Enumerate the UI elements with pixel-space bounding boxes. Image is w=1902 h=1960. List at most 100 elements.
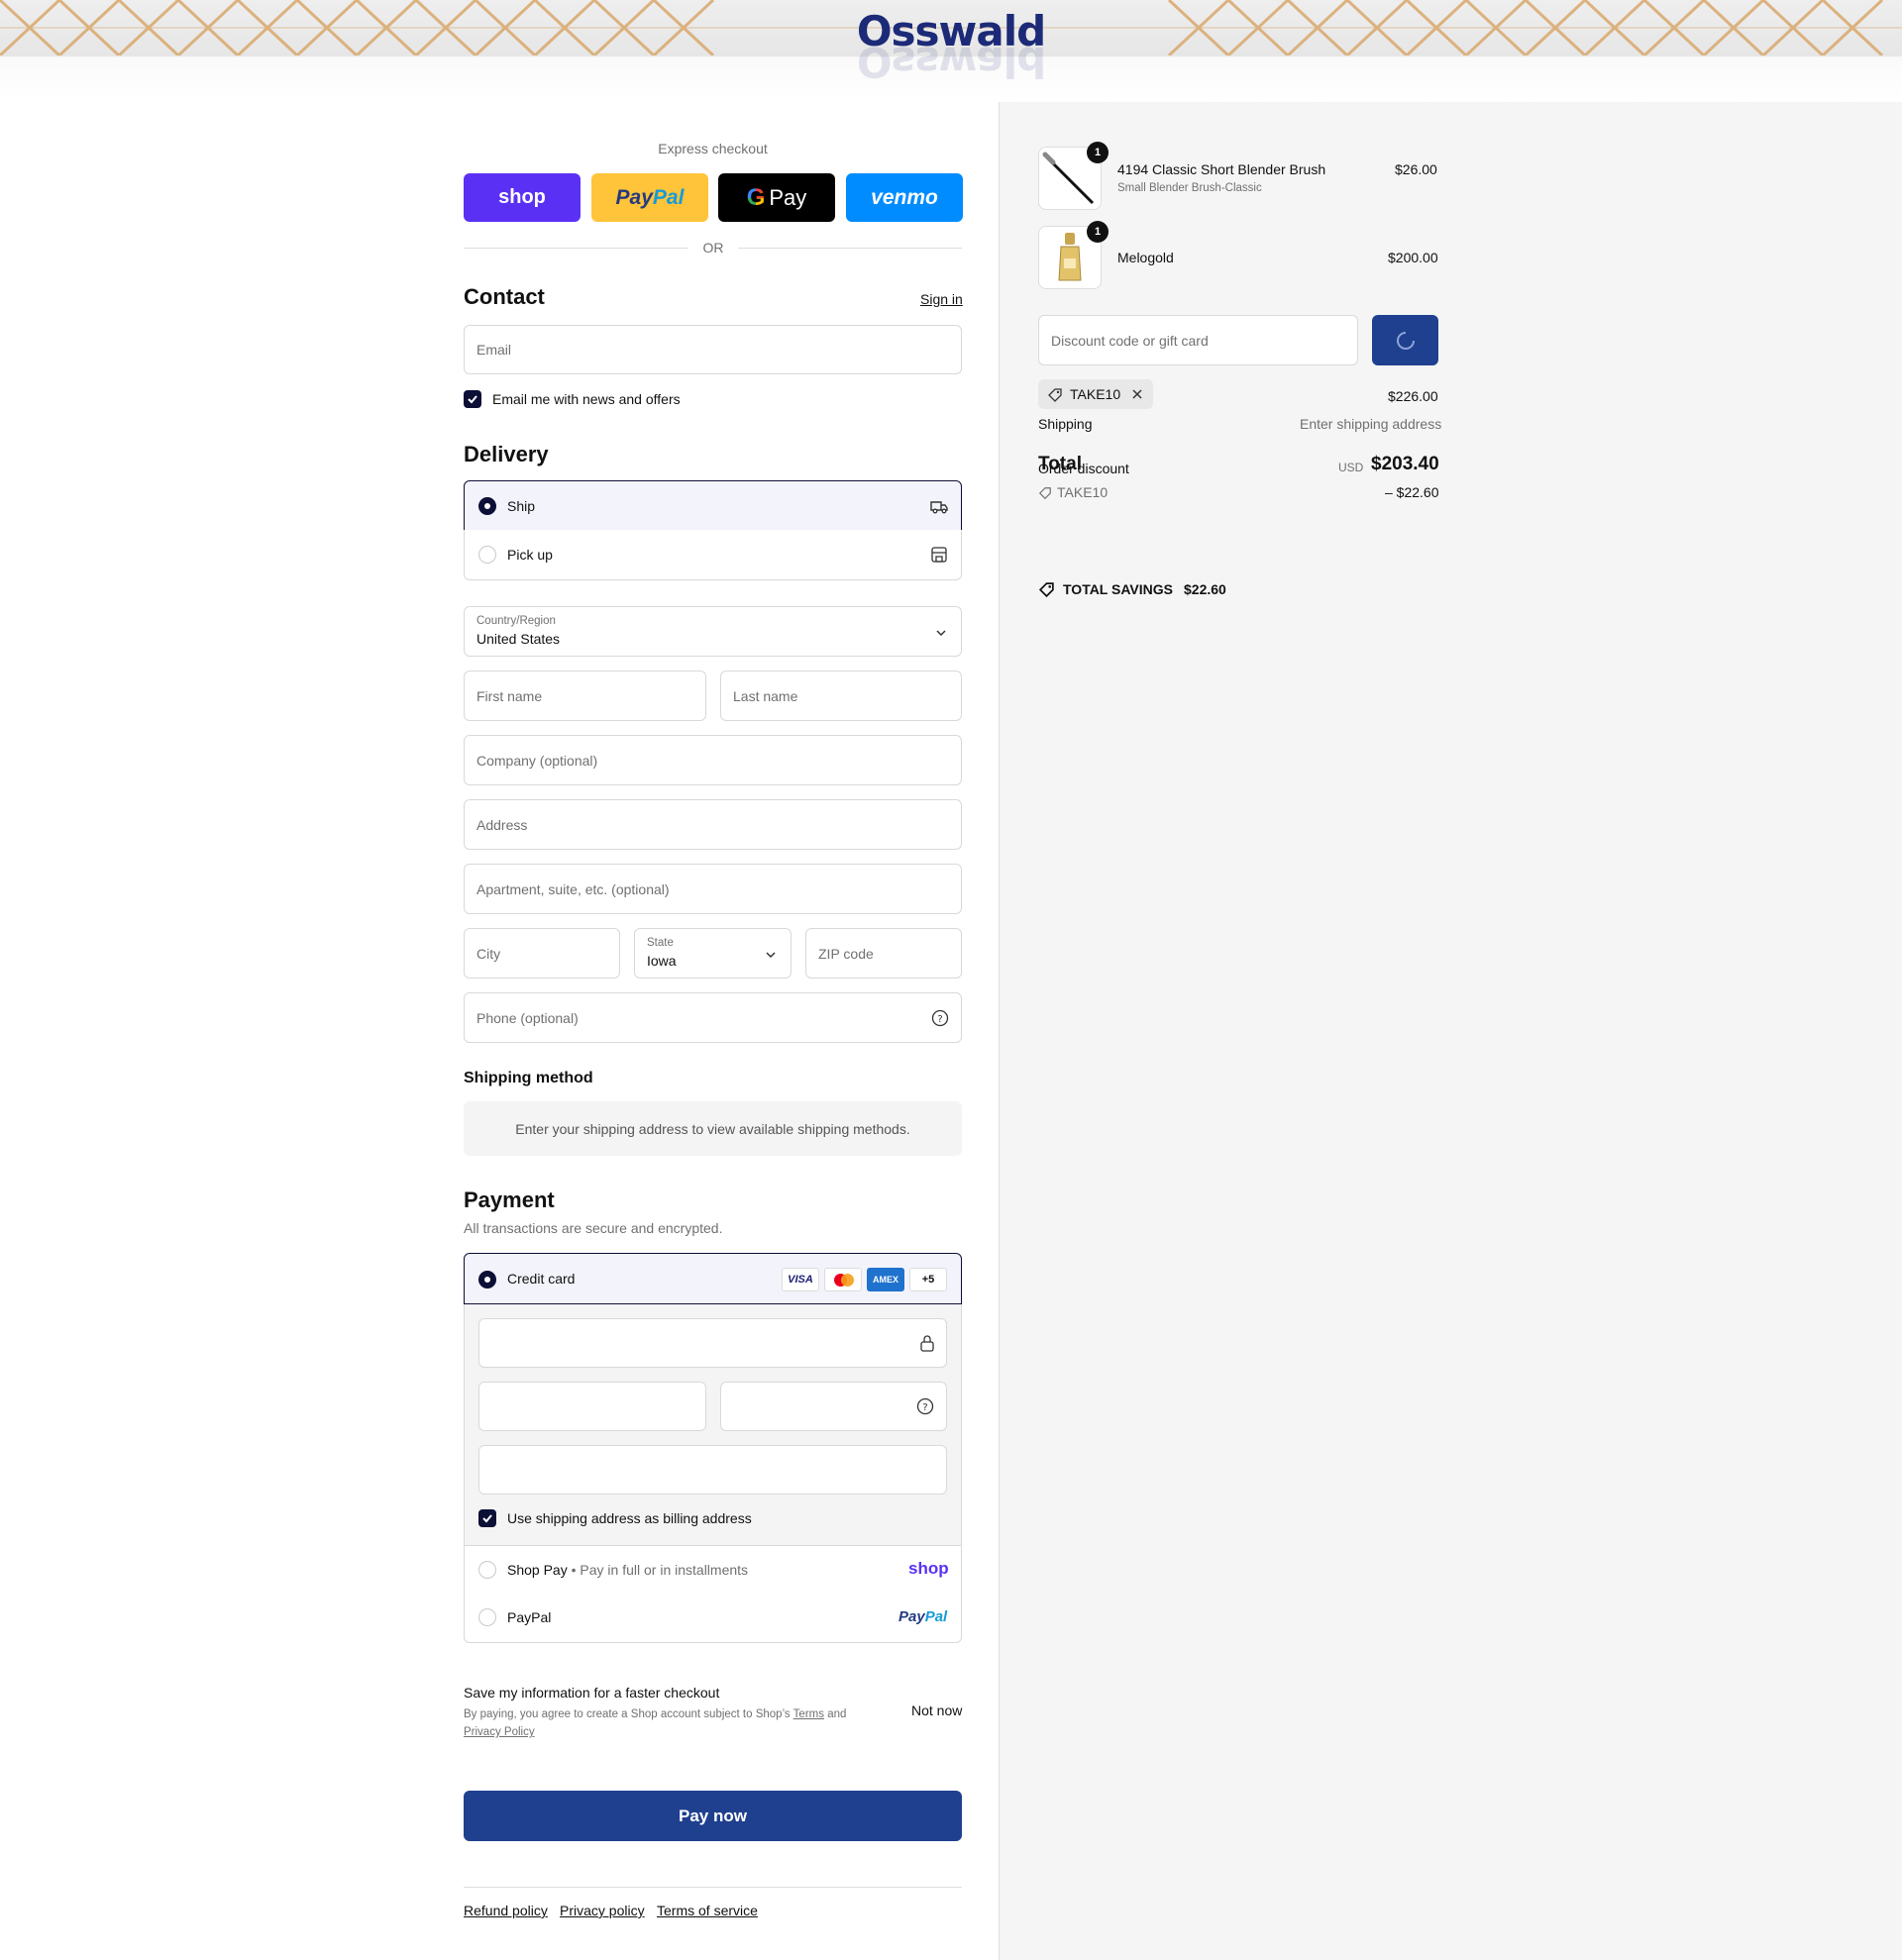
delivery-heading: Delivery <box>464 442 549 466</box>
subtotal-value: $226.00 <box>1388 388 1438 404</box>
save-info-title: Save my information for a faster checkou… <box>464 1685 720 1701</box>
chevron-down-icon <box>936 630 946 637</box>
pay-now-button[interactable]: Pay now <box>464 1791 962 1841</box>
item-price: $200.00 <box>1388 250 1438 265</box>
address-field[interactable]: Address <box>464 799 962 850</box>
svg-text:?: ? <box>922 1402 927 1413</box>
total-savings-value: $22.60 <box>1184 581 1226 597</box>
pay-now-label: Pay now <box>679 1805 747 1825</box>
more-brands-text: +5 <box>921 1274 935 1286</box>
quantity-badge: 1 <box>1087 221 1109 243</box>
quantity-badge: 1 <box>1087 142 1109 163</box>
country-value: United States <box>476 631 561 647</box>
check-icon <box>468 395 477 404</box>
shipping-method-message: Enter your shipping address to view avai… <box>515 1120 910 1137</box>
zip-placeholder: ZIP code <box>818 945 874 962</box>
google-g-icon: G <box>746 183 766 211</box>
card-name-field[interactable] <box>478 1445 947 1495</box>
address-placeholder: Address <box>476 816 528 833</box>
close-icon[interactable] <box>1131 388 1143 400</box>
delivery-ship-option[interactable]: Ship <box>464 480 962 531</box>
privacy-policy-footer-link[interactable]: Privacy policy <box>560 1903 645 1918</box>
card-number-field[interactable] <box>478 1318 947 1368</box>
applied-code: TAKE10 <box>1070 386 1121 402</box>
email-field[interactable]: Email <box>464 325 962 374</box>
company-field[interactable]: Company (optional) <box>464 735 962 785</box>
discount-value: – $22.60 <box>1385 484 1439 500</box>
apartment-field[interactable]: Apartment, suite, etc. (optional) <box>464 864 962 914</box>
discount-code-label: TAKE10 <box>1057 484 1109 500</box>
ship-label: Ship <box>507 498 536 514</box>
or-label: OR <box>688 240 738 256</box>
sign-in-link[interactable]: Sign in <box>920 291 963 307</box>
savings-tag-icon <box>1038 582 1054 598</box>
item-price: $26.00 <box>1395 161 1437 177</box>
venmo-logo: venmo <box>871 185 938 209</box>
google-pay-button[interactable]: G Pay <box>718 173 835 222</box>
truck-icon <box>930 501 948 514</box>
discount-code-field[interactable]: Discount code or gift card <box>1038 315 1358 365</box>
spinner-icon <box>1397 332 1415 350</box>
shop-pay-radio[interactable] <box>478 1561 496 1579</box>
shop-pay-logo: shop <box>498 186 546 208</box>
footer-divider <box>464 1887 962 1888</box>
mastercard-icon <box>824 1268 862 1291</box>
zip-field[interactable]: ZIP code <box>805 928 962 979</box>
news-checkbox[interactable] <box>464 390 481 408</box>
shop-logo: shop <box>908 1559 949 1578</box>
shop-pay-button[interactable]: shop <box>464 173 581 222</box>
visa-text: VISA <box>788 1274 813 1286</box>
credit-card-option[interactable]: Credit card VISA AMEX +5 <box>464 1253 962 1304</box>
card-expiry-field[interactable] <box>478 1382 706 1431</box>
currency-code: USD <box>1338 461 1364 474</box>
news-label: Email me with news and offers <box>492 391 681 407</box>
express-checkout-title: Express checkout <box>658 141 768 156</box>
help-icon[interactable]: ? <box>916 1397 934 1415</box>
paypal-logo: PayPal <box>615 185 685 209</box>
lock-icon <box>920 1335 934 1352</box>
phone-field[interactable]: Phone (optional) ? <box>464 992 962 1043</box>
pickup-label: Pick up <box>507 547 553 563</box>
paypal-label: PayPal <box>507 1609 552 1625</box>
first-name-field[interactable]: First name <box>464 671 706 721</box>
check-icon <box>482 1514 492 1523</box>
save-info-disclaimer: By paying, you agree to create a Shop ac… <box>464 1705 880 1741</box>
country-select[interactable]: Country/Region United States <box>464 606 962 657</box>
billing-checkbox[interactable] <box>478 1509 496 1527</box>
refund-policy-link[interactable]: Refund policy <box>464 1903 548 1918</box>
shop-pay-subtitle: Pay in full or in installments <box>580 1562 749 1578</box>
google-pay-label: Pay <box>769 184 807 210</box>
paypal-option[interactable]: PayPal PayPal <box>464 1594 962 1643</box>
state-value: Iowa <box>647 953 677 969</box>
terms-of-service-link[interactable]: Terms of service <box>657 1903 758 1918</box>
credit-card-label: Credit card <box>507 1271 576 1287</box>
tag-icon <box>1038 487 1051 500</box>
card-cvv-field[interactable]: ? <box>720 1382 947 1431</box>
apply-discount-button[interactable] <box>1372 315 1438 365</box>
state-select[interactable]: State Iowa <box>634 928 792 979</box>
payment-heading: Payment <box>464 1187 555 1212</box>
pickup-radio[interactable] <box>478 546 496 564</box>
delivery-pickup-option[interactable]: Pick up <box>464 530 962 580</box>
terms-link[interactable]: Terms <box>793 1708 824 1720</box>
svg-text:Osswald: Osswald <box>857 38 1045 86</box>
venmo-button[interactable]: venmo <box>846 173 963 222</box>
shop-pay-option[interactable]: Shop Pay • Pay in full or in installment… <box>464 1545 962 1595</box>
item-name: Melogold <box>1117 250 1174 265</box>
total-value: $203.40 <box>1371 454 1439 474</box>
ship-radio[interactable] <box>478 497 496 515</box>
billing-label: Use shipping address as billing address <box>507 1510 752 1526</box>
paypal-button[interactable]: PayPal <box>591 173 708 222</box>
last-name-field[interactable]: Last name <box>720 671 962 721</box>
help-icon[interactable]: ? <box>931 1009 949 1027</box>
not-now-button[interactable]: Not now <box>911 1702 962 1718</box>
item-variant: Small Blender Brush-Classic <box>1117 182 1262 194</box>
first-name-placeholder: First name <box>476 687 543 704</box>
paypal-radio[interactable] <box>478 1608 496 1626</box>
tag-icon <box>1048 388 1062 402</box>
credit-card-radio[interactable] <box>478 1271 496 1289</box>
privacy-policy-link[interactable]: Privacy Policy <box>464 1726 535 1738</box>
shipping-method-heading: Shipping method <box>464 1070 593 1086</box>
city-field[interactable]: City <box>464 928 620 979</box>
svg-text:?: ? <box>937 1014 942 1025</box>
